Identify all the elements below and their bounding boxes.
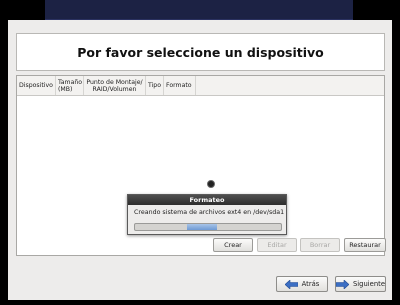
- next-button-label: Siguiente: [352, 280, 386, 288]
- installer-window: Por favor seleccione un dispositivo Disp…: [8, 20, 392, 300]
- restore-button[interactable]: Restaurar: [344, 238, 386, 252]
- arrow-left-icon: [284, 279, 298, 289]
- column-size[interactable]: Tamaño (MB): [56, 76, 84, 95]
- back-button[interactable]: Atrás: [276, 276, 328, 292]
- column-type[interactable]: Tipo: [146, 76, 164, 95]
- edit-button[interactable]: Editar: [257, 238, 297, 252]
- page-title: Por favor seleccione un dispositivo: [77, 44, 324, 60]
- screen: Por favor seleccione un dispositivo Disp…: [0, 0, 400, 305]
- edit-button-label: Editar: [267, 241, 287, 249]
- column-format[interactable]: Formato: [164, 76, 196, 95]
- format-dialog: Formateo Creando sistema de archivos ext…: [127, 194, 287, 235]
- column-mount-point[interactable]: Punto de Montaje/ RAID/Volumen: [84, 76, 146, 95]
- title-panel: Por favor seleccione un dispositivo: [16, 33, 385, 71]
- dialog-title: Formateo: [128, 195, 286, 205]
- delete-button-label: Borrar: [309, 241, 331, 249]
- next-button[interactable]: Siguiente: [335, 276, 386, 292]
- dialog-message: Creando sistema de archivos ext4 en /dev…: [134, 209, 285, 216]
- arrow-right-icon: [335, 279, 349, 289]
- busy-cursor-icon: [207, 180, 215, 188]
- restore-button-label: Restaurar: [349, 241, 381, 249]
- format-progress-bar: [134, 223, 282, 231]
- table-header: Dispositivo Tamaño (MB) Punto de Montaje…: [17, 76, 384, 96]
- back-button-label: Atrás: [301, 280, 320, 288]
- delete-button[interactable]: Borrar: [300, 238, 340, 252]
- column-device[interactable]: Dispositivo: [17, 76, 56, 95]
- create-button[interactable]: Crear: [213, 238, 253, 252]
- create-button-label: Crear: [224, 241, 242, 249]
- progress-fill: [187, 224, 217, 230]
- top-panel: [45, 0, 353, 20]
- device-table[interactable]: Dispositivo Tamaño (MB) Punto de Montaje…: [16, 75, 385, 256]
